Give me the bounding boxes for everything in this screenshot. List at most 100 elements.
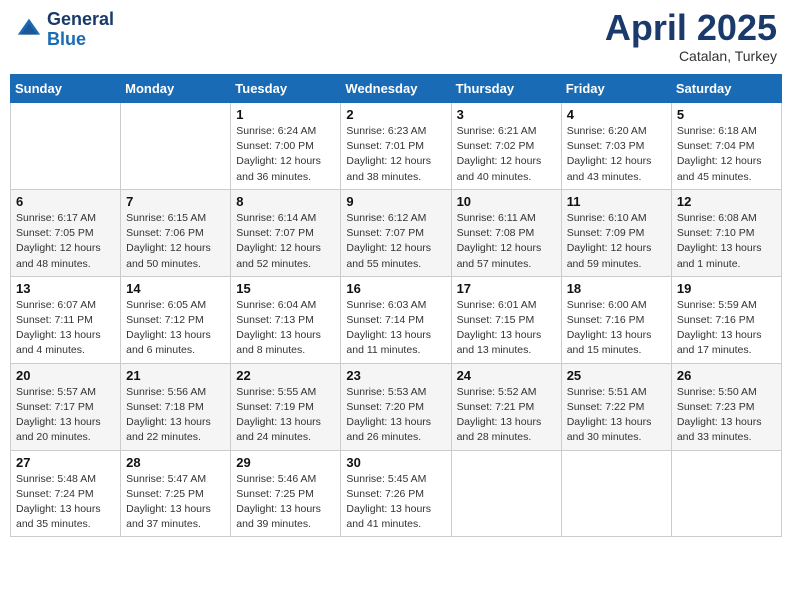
day-info: Sunrise: 6:03 AMSunset: 7:14 PMDaylight:…: [346, 298, 445, 359]
day-number: 4: [567, 107, 666, 122]
logo: General Blue: [15, 10, 114, 50]
day-number: 5: [677, 107, 776, 122]
day-info: Sunrise: 6:11 AMSunset: 7:08 PMDaylight:…: [457, 211, 556, 272]
day-info: Sunrise: 6:08 AMSunset: 7:10 PMDaylight:…: [677, 211, 776, 272]
title-block: April 2025 Catalan, Turkey: [605, 10, 777, 64]
calendar-cell: 6 Sunrise: 6:17 AMSunset: 7:05 PMDaylight…: [11, 189, 121, 276]
calendar-cell: 15 Sunrise: 6:04 AMSunset: 7:13 PMDayligh…: [231, 276, 341, 363]
col-header-wednesday: Wednesday: [341, 75, 451, 103]
calendar-table: SundayMondayTuesdayWednesdayThursdayFrid…: [10, 74, 782, 537]
calendar-cell: [11, 103, 121, 190]
day-number: 27: [16, 455, 115, 470]
calendar-cell: 26Sunrise: 5:50 AMSunset: 7:23 PMDayligh…: [671, 363, 781, 450]
calendar-cell: 18 Sunrise: 6:00 AMSunset: 7:16 PMDayligh…: [561, 276, 671, 363]
day-number: 23: [346, 368, 445, 383]
day-info: Sunrise: 6:15 AMSunset: 7:06 PMDaylight:…: [126, 211, 225, 272]
col-header-friday: Friday: [561, 75, 671, 103]
day-info: Sunrise: 5:51 AMSunset: 7:22 PMDaylight:…: [567, 385, 666, 446]
calendar-cell: [121, 103, 231, 190]
calendar-cell: 30 Sunrise: 5:45 AMSunset: 7:26 PMDayligh…: [341, 450, 451, 537]
calendar-cell: 27 Sunrise: 5:48 AMSunset: 7:24 PMDayligh…: [11, 450, 121, 537]
calendar-cell: 4 Sunrise: 6:20 AMSunset: 7:03 PMDaylight…: [561, 103, 671, 190]
day-number: 18: [567, 281, 666, 296]
calendar-cell: 21Sunrise: 5:56 AMSunset: 7:18 PMDayligh…: [121, 363, 231, 450]
calendar-cell: 19Sunrise: 5:59 AMSunset: 7:16 PMDayligh…: [671, 276, 781, 363]
day-number: 16: [346, 281, 445, 296]
page-header: General Blue April 2025 Catalan, Turkey: [10, 10, 782, 64]
calendar-cell: 1 Sunrise: 6:24 AMSunset: 7:00 PMDaylight…: [231, 103, 341, 190]
day-info: Sunrise: 6:20 AMSunset: 7:03 PMDaylight:…: [567, 124, 666, 185]
day-number: 2: [346, 107, 445, 122]
day-info: Sunrise: 6:12 AMSunset: 7:07 PMDaylight:…: [346, 211, 445, 272]
calendar-cell: 22Sunrise: 5:55 AMSunset: 7:19 PMDayligh…: [231, 363, 341, 450]
calendar-cell: 10 Sunrise: 6:11 AMSunset: 7:08 PMDayligh…: [451, 189, 561, 276]
day-info: Sunrise: 6:24 AMSunset: 7:00 PMDaylight:…: [236, 124, 335, 185]
day-number: 29: [236, 455, 335, 470]
day-number: 9: [346, 194, 445, 209]
day-info: Sunrise: 6:21 AMSunset: 7:02 PMDaylight:…: [457, 124, 556, 185]
calendar-cell: 2 Sunrise: 6:23 AMSunset: 7:01 PMDaylight…: [341, 103, 451, 190]
col-header-thursday: Thursday: [451, 75, 561, 103]
day-number: 25: [567, 368, 666, 383]
calendar-cell: 24 Sunrise: 5:52 AMSunset: 7:21 PMDayligh…: [451, 363, 561, 450]
calendar-cell: 13 Sunrise: 6:07 AMSunset: 7:11 PMDayligh…: [11, 276, 121, 363]
day-info: Sunrise: 6:18 AMSunset: 7:04 PMDaylight:…: [677, 124, 776, 185]
day-info: Sunrise: 5:57 AMSunset: 7:17 PMDaylight:…: [16, 385, 115, 446]
day-number: 6: [16, 194, 115, 209]
calendar-week-5: 27 Sunrise: 5:48 AMSunset: 7:24 PMDayligh…: [11, 450, 782, 537]
day-number: 14: [126, 281, 225, 296]
month-title: April 2025: [605, 10, 777, 46]
day-info: Sunrise: 5:48 AMSunset: 7:24 PMDaylight:…: [16, 472, 115, 533]
day-info: Sunrise: 6:01 AMSunset: 7:15 PMDaylight:…: [457, 298, 556, 359]
col-header-monday: Monday: [121, 75, 231, 103]
day-info: Sunrise: 6:10 AMSunset: 7:09 PMDaylight:…: [567, 211, 666, 272]
day-number: 1: [236, 107, 335, 122]
col-header-sunday: Sunday: [11, 75, 121, 103]
day-info: Sunrise: 5:45 AMSunset: 7:26 PMDaylight:…: [346, 472, 445, 533]
calendar-cell: [671, 450, 781, 537]
day-number: 28: [126, 455, 225, 470]
day-info: Sunrise: 6:07 AMSunset: 7:11 PMDaylight:…: [16, 298, 115, 359]
day-number: 7: [126, 194, 225, 209]
day-info: Sunrise: 5:50 AMSunset: 7:23 PMDaylight:…: [677, 385, 776, 446]
calendar-week-1: 1 Sunrise: 6:24 AMSunset: 7:00 PMDaylight…: [11, 103, 782, 190]
day-number: 24: [457, 368, 556, 383]
calendar-cell: 9 Sunrise: 6:12 AMSunset: 7:07 PMDaylight…: [341, 189, 451, 276]
day-number: 8: [236, 194, 335, 209]
day-info: Sunrise: 6:00 AMSunset: 7:16 PMDaylight:…: [567, 298, 666, 359]
calendar-cell: 29Sunrise: 5:46 AMSunset: 7:25 PMDayligh…: [231, 450, 341, 537]
day-number: 10: [457, 194, 556, 209]
day-number: 13: [16, 281, 115, 296]
day-info: Sunrise: 6:17 AMSunset: 7:05 PMDaylight:…: [16, 211, 115, 272]
calendar-week-3: 13 Sunrise: 6:07 AMSunset: 7:11 PMDayligh…: [11, 276, 782, 363]
calendar-header-row: SundayMondayTuesdayWednesdayThursdayFrid…: [11, 75, 782, 103]
calendar-cell: 28 Sunrise: 5:47 AMSunset: 7:25 PMDayligh…: [121, 450, 231, 537]
calendar-week-4: 20Sunrise: 5:57 AMSunset: 7:17 PMDayligh…: [11, 363, 782, 450]
col-header-saturday: Saturday: [671, 75, 781, 103]
day-number: 11: [567, 194, 666, 209]
day-number: 17: [457, 281, 556, 296]
day-info: Sunrise: 6:23 AMSunset: 7:01 PMDaylight:…: [346, 124, 445, 185]
day-info: Sunrise: 5:52 AMSunset: 7:21 PMDaylight:…: [457, 385, 556, 446]
calendar-week-2: 6 Sunrise: 6:17 AMSunset: 7:05 PMDaylight…: [11, 189, 782, 276]
day-number: 3: [457, 107, 556, 122]
logo-name: General Blue: [47, 10, 114, 50]
logo-icon: [15, 16, 43, 44]
calendar-cell: 12Sunrise: 6:08 AMSunset: 7:10 PMDayligh…: [671, 189, 781, 276]
location-subtitle: Catalan, Turkey: [605, 48, 777, 64]
day-number: 30: [346, 455, 445, 470]
calendar-cell: 8 Sunrise: 6:14 AMSunset: 7:07 PMDaylight…: [231, 189, 341, 276]
day-number: 15: [236, 281, 335, 296]
calendar-cell: 16 Sunrise: 6:03 AMSunset: 7:14 PMDayligh…: [341, 276, 451, 363]
calendar-cell: 20Sunrise: 5:57 AMSunset: 7:17 PMDayligh…: [11, 363, 121, 450]
calendar-cell: 5 Sunrise: 6:18 AMSunset: 7:04 PMDaylight…: [671, 103, 781, 190]
calendar-cell: 14 Sunrise: 6:05 AMSunset: 7:12 PMDayligh…: [121, 276, 231, 363]
day-info: Sunrise: 5:47 AMSunset: 7:25 PMDaylight:…: [126, 472, 225, 533]
day-info: Sunrise: 6:04 AMSunset: 7:13 PMDaylight:…: [236, 298, 335, 359]
day-number: 22: [236, 368, 335, 383]
day-info: Sunrise: 6:14 AMSunset: 7:07 PMDaylight:…: [236, 211, 335, 272]
day-number: 19: [677, 281, 776, 296]
day-info: Sunrise: 6:05 AMSunset: 7:12 PMDaylight:…: [126, 298, 225, 359]
day-number: 21: [126, 368, 225, 383]
calendar-cell: 17 Sunrise: 6:01 AMSunset: 7:15 PMDayligh…: [451, 276, 561, 363]
